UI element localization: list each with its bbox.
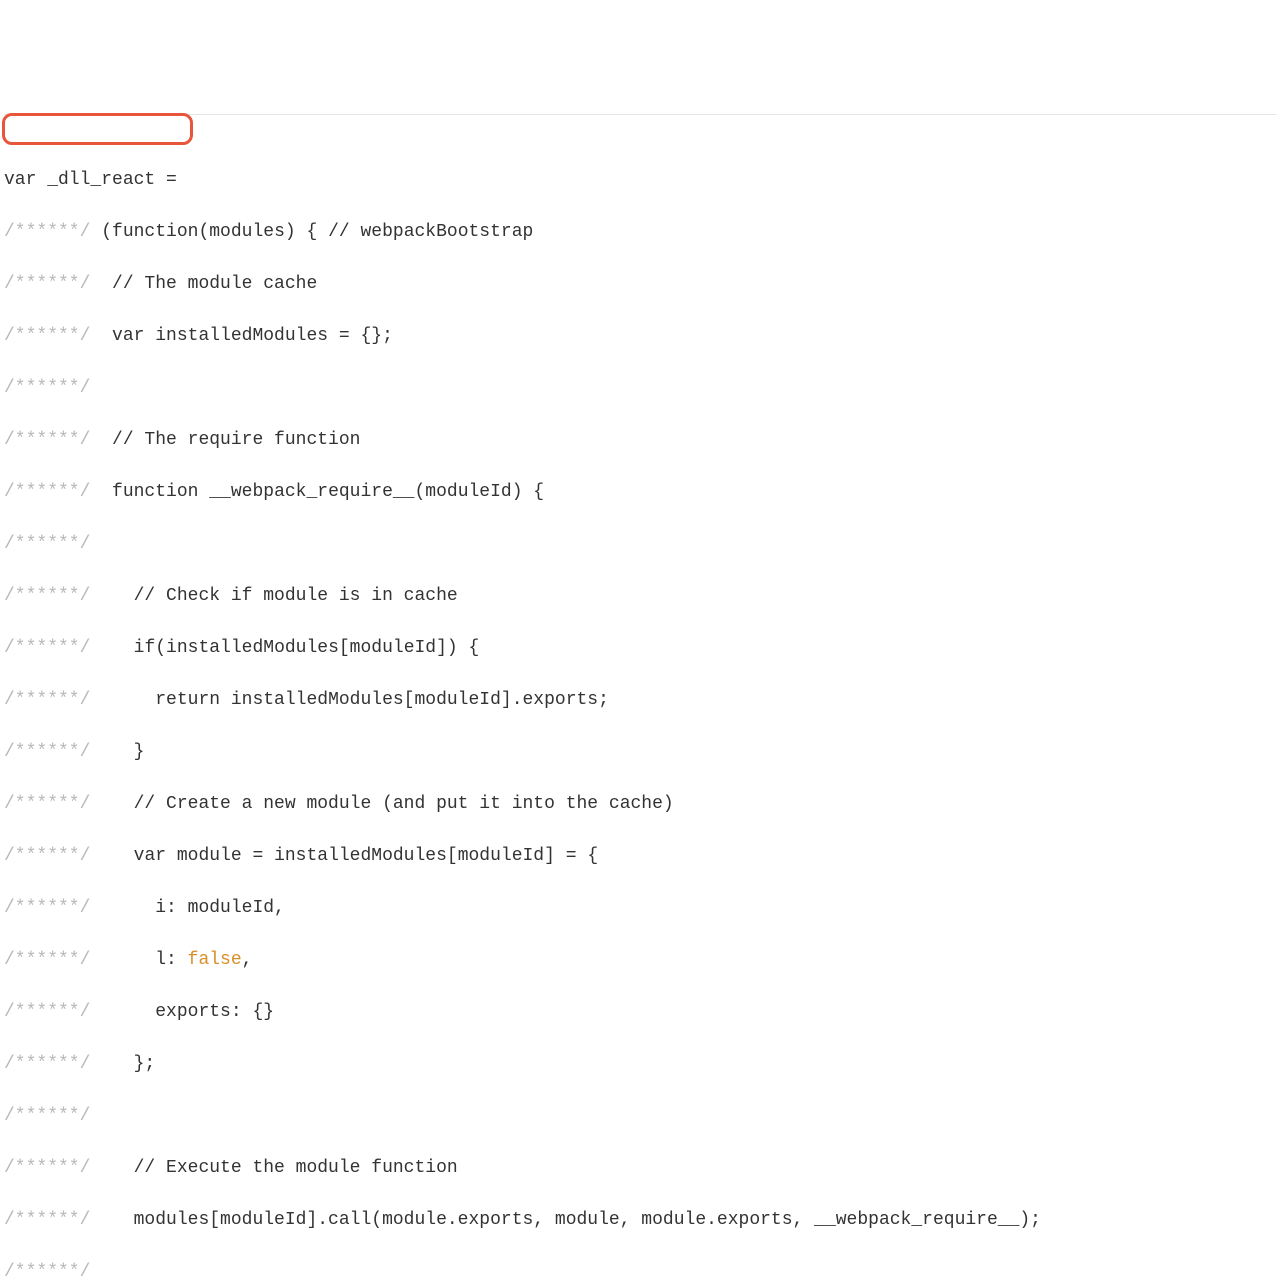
code-line: /******/ // Create a new module (and put…	[4, 791, 1276, 817]
code-token: __webpack_require__(moduleId) {	[198, 482, 544, 502]
code-token: /******/	[4, 794, 90, 814]
code-token: ,	[242, 950, 253, 970]
code-token: /******/	[4, 326, 90, 346]
code-token: /******/	[4, 1262, 90, 1282]
code-token: // Execute the module function	[90, 1158, 457, 1178]
code-line: /******/ };	[4, 1051, 1276, 1077]
code-token: function	[112, 482, 198, 502]
code-line: /******/ }	[4, 739, 1276, 765]
code-token: exports: {}	[90, 1002, 274, 1022]
code-token: };	[90, 1054, 155, 1074]
code-token: var	[4, 170, 36, 190]
code-line: /******/ return installedModules[moduleI…	[4, 687, 1276, 713]
code-token: var	[112, 326, 144, 346]
code-token: (installedModules[moduleId]) {	[155, 638, 479, 658]
code-token: }	[90, 742, 144, 762]
code-token: /******/	[4, 1210, 90, 1230]
code-line: /******/	[4, 375, 1276, 401]
code-token	[90, 326, 112, 346]
code-token: _dll_react =	[36, 170, 176, 190]
code-token	[90, 846, 133, 866]
code-token: /******/	[4, 638, 90, 658]
code-line: /******/ var installedModules = {};	[4, 323, 1276, 349]
code-line: /******/	[4, 531, 1276, 557]
code-token	[90, 482, 112, 502]
code-line: var _dll_react =	[4, 167, 1276, 193]
code-token: /******/	[4, 898, 90, 918]
code-line: /******/ // Check if module is in cache	[4, 583, 1276, 609]
code-token: /******/	[4, 222, 90, 242]
code-token: /******/	[4, 742, 90, 762]
code-token: // The module cache	[90, 274, 317, 294]
code-token: /******/	[4, 534, 90, 554]
code-token: i: moduleId,	[90, 898, 284, 918]
code-token	[90, 638, 133, 658]
code-token: /******/	[4, 1158, 90, 1178]
code-token: // Check if module is in cache	[90, 586, 457, 606]
code-token: modules[moduleId].call(module.exports, m…	[90, 1210, 1041, 1230]
code-token: /******/	[4, 482, 90, 502]
code-token: /******/	[4, 430, 90, 450]
code-token: /******/	[4, 690, 90, 710]
code-line: /******/	[4, 1259, 1276, 1284]
code-line: /******/ i: moduleId,	[4, 895, 1276, 921]
code-token: l:	[90, 950, 187, 970]
code-token: return	[155, 690, 220, 710]
code-line: /******/ // The module cache	[4, 271, 1276, 297]
code-token: /******/	[4, 846, 90, 866]
code-line: /******/ // Execute the module function	[4, 1155, 1276, 1181]
code-line: /******/ exports: {}	[4, 999, 1276, 1025]
code-token: /******/	[4, 274, 90, 294]
code-token: /******/	[4, 378, 90, 398]
code-line: /******/ if(installedModules[moduleId]) …	[4, 635, 1276, 661]
code-line: /******/ modules[moduleId].call(module.e…	[4, 1207, 1276, 1233]
code-token: // webpackBootstrap	[328, 222, 533, 242]
code-token: /******/	[4, 1002, 90, 1022]
highlight-annotation: var _dll_react =	[2, 113, 193, 145]
code-token	[90, 690, 155, 710]
code-editor[interactable]: var _dll_react = var _dll_react = /*****…	[4, 114, 1276, 1284]
code-token: installedModules[moduleId].exports;	[220, 690, 609, 710]
code-line: /******/ // The require function	[4, 427, 1276, 453]
code-line: /******/ function __webpack_require__(mo…	[4, 479, 1276, 505]
code-token: /******/	[4, 950, 90, 970]
code-token: /******/	[4, 586, 90, 606]
code-token: (	[90, 222, 112, 242]
code-line: /******/ l: false,	[4, 947, 1276, 973]
code-token: function	[112, 222, 198, 242]
code-token: (modules) {	[198, 222, 328, 242]
code-token: var	[134, 846, 166, 866]
code-token: false	[188, 950, 242, 970]
code-token: module = installedModules[moduleId] = {	[166, 846, 598, 866]
code-token: if	[134, 638, 156, 658]
code-line: /******/	[4, 1103, 1276, 1129]
code-token: installedModules = {};	[144, 326, 392, 346]
code-line: /******/ var module = installedModules[m…	[4, 843, 1276, 869]
code-line: /******/ (function(modules) { // webpack…	[4, 219, 1276, 245]
code-token: /******/	[4, 1106, 90, 1126]
code-token: // The require function	[90, 430, 360, 450]
code-token: // Create a new module (and put it into …	[90, 794, 673, 814]
code-token: /******/	[4, 1054, 90, 1074]
